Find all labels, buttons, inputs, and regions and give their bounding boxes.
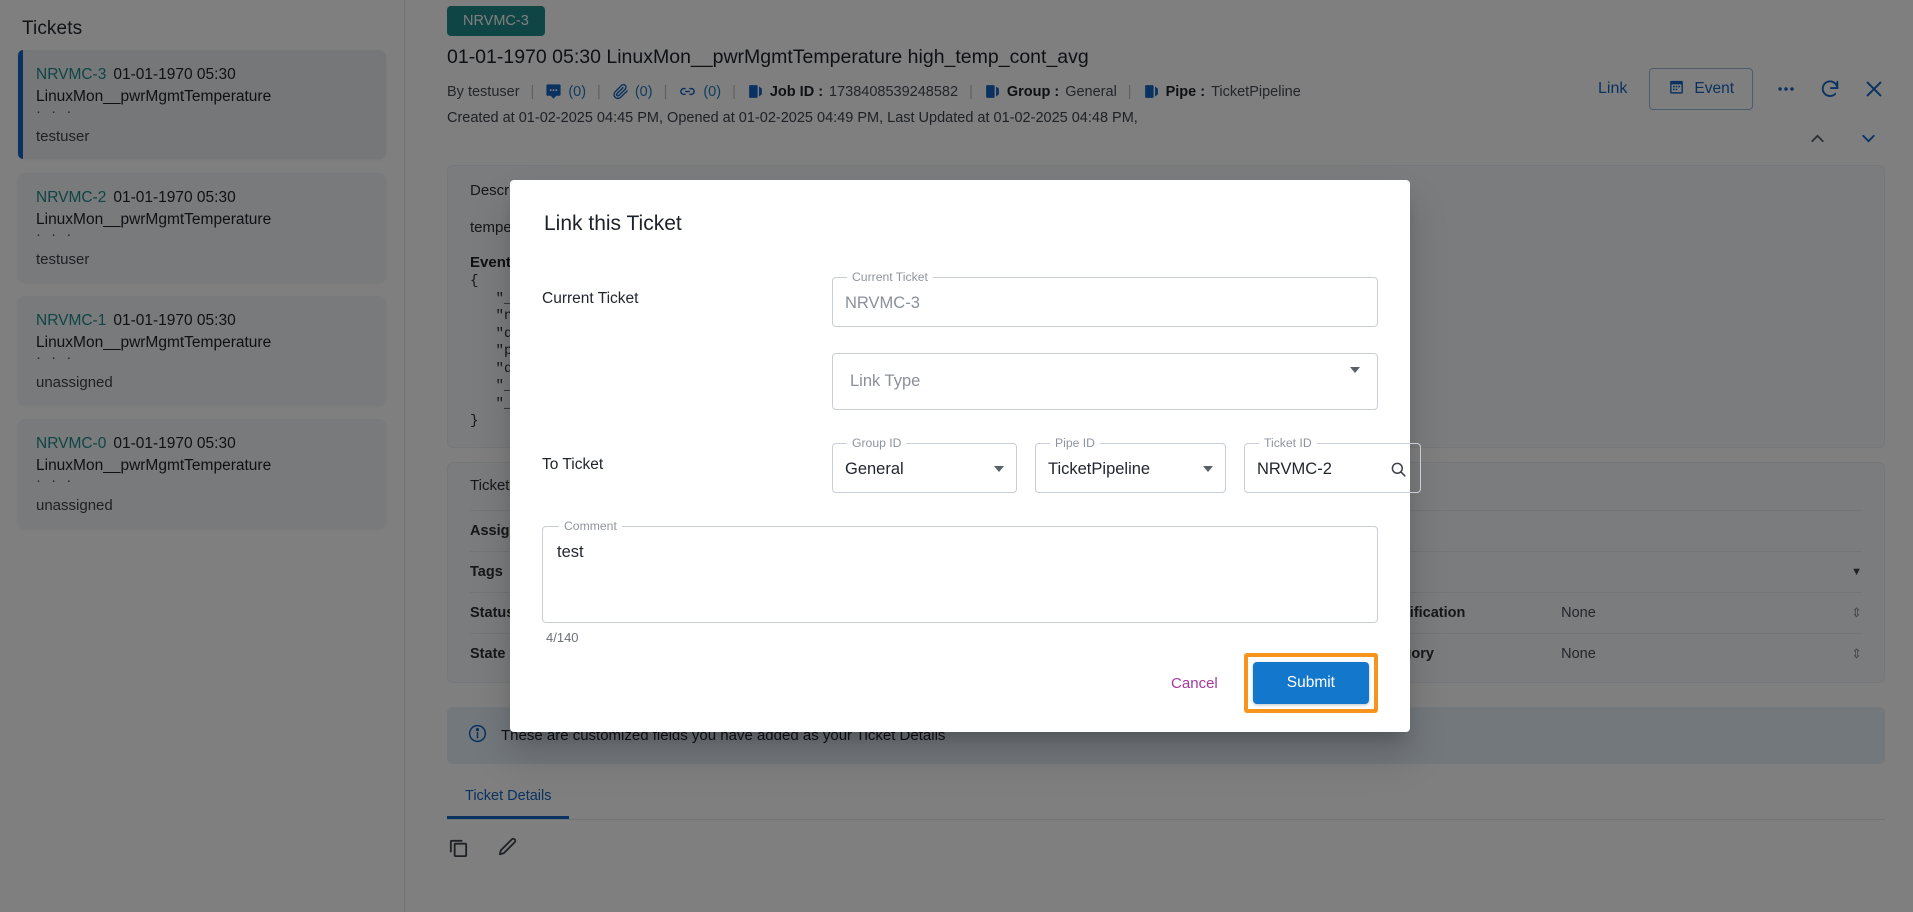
pipe-id-value: TicketPipeline <box>1048 460 1151 478</box>
ticket-id-search-field[interactable]: Ticket ID NRVMC-2 <box>1244 436 1421 493</box>
current-ticket-field[interactable]: Current Ticket NRVMC-3 <box>832 270 1378 327</box>
link-ticket-dialog: Link this Ticket Current Ticket Current … <box>510 180 1421 735</box>
link-type-select[interactable]: Link Type <box>832 353 1378 410</box>
chevron-down-icon <box>1350 366 1360 391</box>
dialog-body: Current Ticket Current Ticket NRVMC-3 Li… <box>542 270 1421 645</box>
link-type-row-label <box>542 373 832 391</box>
chevron-down-icon <box>994 466 1004 476</box>
current-ticket-legend: Current Ticket <box>852 270 928 284</box>
group-id-legend: Group ID <box>852 436 902 450</box>
current-ticket-row-label: Current Ticket <box>542 289 639 307</box>
group-id-value: General <box>845 460 904 478</box>
link-type-row: Link Type <box>542 353 1378 410</box>
cancel-button[interactable]: Cancel <box>1153 665 1236 702</box>
comment-legend: Comment <box>564 519 617 533</box>
to-ticket-row-label: To Ticket <box>542 455 604 473</box>
submit-button-highlight: Submit <box>1243 653 1378 713</box>
comment-char-counter: 4/140 <box>546 630 579 645</box>
group-id-select[interactable]: Group ID General <box>832 436 1017 493</box>
app-root: Tickets NRVMC-301-01-1970 05:30 LinuxMon… <box>0 0 1913 912</box>
pipe-id-select[interactable]: Pipe ID TicketPipeline <box>1035 436 1226 493</box>
link-type-placeholder: Link Type <box>850 372 921 390</box>
current-ticket-value: NRVMC-3 <box>845 294 920 312</box>
dialog-title: Link this Ticket <box>544 212 682 235</box>
dialog-actions: Cancel Submit <box>542 645 1378 735</box>
search-icon[interactable] <box>1389 460 1408 483</box>
pipe-id-legend: Pipe ID <box>1055 436 1095 450</box>
ticket-id-value: NRVMC-2 <box>1257 460 1332 478</box>
chevron-down-icon <box>1203 466 1213 476</box>
comment-value: test <box>557 543 584 561</box>
to-ticket-row: To Ticket Group ID General Pipe ID Ticke… <box>542 436 1421 493</box>
comment-field[interactable]: Comment test 4/140 <box>542 519 1378 645</box>
current-ticket-row: Current Ticket Current Ticket NRVMC-3 <box>542 270 1378 327</box>
submit-button[interactable]: Submit <box>1252 662 1369 704</box>
ticket-id-legend: Ticket ID <box>1264 436 1312 450</box>
